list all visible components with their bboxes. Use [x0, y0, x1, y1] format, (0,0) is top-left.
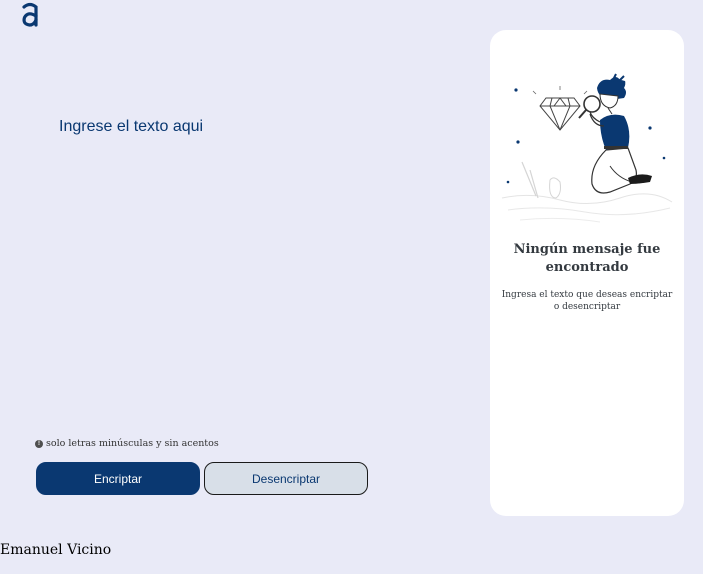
no-message-subtitle: Ingresa el texto que deseas encriptar o …: [501, 290, 673, 312]
decrypt-button[interactable]: Desencriptar: [204, 462, 368, 495]
no-message-title: Ningún mensaje fue encontrado: [513, 242, 661, 275]
info-icon: !: [35, 439, 43, 448]
person-magnifying-glass-diamond-illustration: [501, 73, 673, 223]
encrypt-button[interactable]: Encriptar: [36, 462, 200, 495]
footer-author: Emanuel Vicino: [0, 542, 112, 558]
text-input[interactable]: [40, 100, 440, 420]
output-panel: Ningún mensaje fue encontrado Ingresa el…: [490, 30, 684, 516]
alura-logo-icon[interactable]: [18, 2, 42, 28]
hint-text: solo letras minúsculas y sin acentos: [46, 438, 219, 449]
hint-message: ! solo letras minúsculas y sin acentos: [35, 438, 219, 449]
